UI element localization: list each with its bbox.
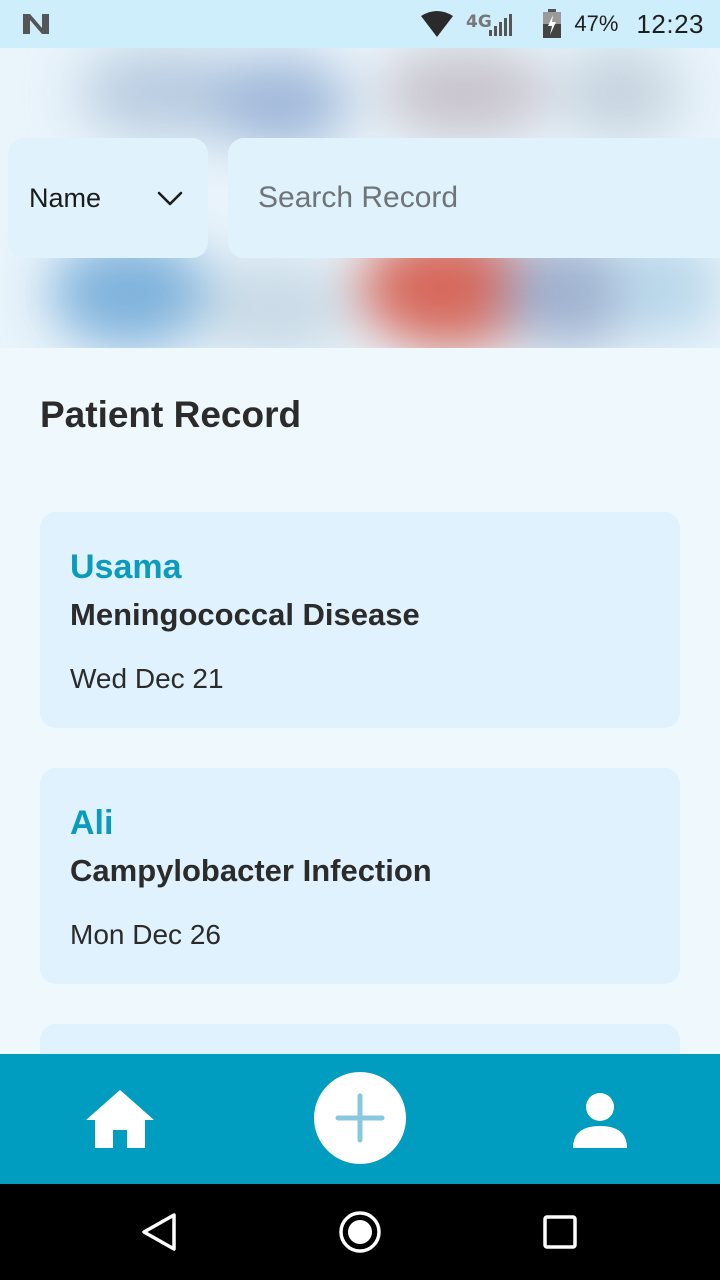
add-record-button[interactable] — [314, 1072, 406, 1164]
clock: 12:23 — [636, 8, 704, 39]
home-button[interactable] — [84, 1088, 156, 1150]
wifi-icon — [420, 9, 454, 39]
chevron-down-icon — [157, 191, 183, 206]
battery-percentage: 47% — [574, 11, 619, 36]
record-date: Wed Dec 21 — [70, 663, 224, 694]
filter-dropdown[interactable]: Name — [8, 138, 208, 258]
page-title: Patient Record — [40, 394, 302, 435]
record-card[interactable]: Ali Campylobacter Infection Mon Dec 26 — [40, 768, 680, 984]
recent-apps-icon[interactable] — [540, 1212, 580, 1252]
search-box — [228, 138, 720, 258]
search-header: Name — [0, 48, 720, 348]
home-icon — [86, 1090, 154, 1148]
profile-icon — [573, 1093, 627, 1148]
add-icon — [335, 1093, 385, 1143]
profile-button[interactable] — [570, 1090, 630, 1150]
home-circle-icon[interactable] — [338, 1210, 382, 1254]
search-input[interactable] — [258, 181, 698, 215]
filter-dropdown-value: Name — [29, 182, 102, 213]
n-logo-icon — [23, 14, 49, 34]
system-navigation-bar — [0, 1184, 720, 1280]
patient-name: Ali — [70, 804, 114, 842]
record-date: Mon Dec 26 — [70, 919, 221, 950]
back-icon[interactable] — [140, 1212, 180, 1252]
patient-name: Usama — [70, 548, 182, 586]
diagnosis: Campylobacter Infection — [70, 853, 432, 888]
record-card[interactable]: Usama Meningococcal Disease Wed Dec 21 — [40, 512, 680, 728]
signal-icon — [488, 9, 514, 39]
diagnosis: Meningococcal Disease — [70, 597, 420, 632]
bottom-navigation — [0, 1054, 720, 1184]
status-bar: 4G 47% 12:23 — [0, 0, 720, 48]
battery-icon — [542, 9, 562, 39]
